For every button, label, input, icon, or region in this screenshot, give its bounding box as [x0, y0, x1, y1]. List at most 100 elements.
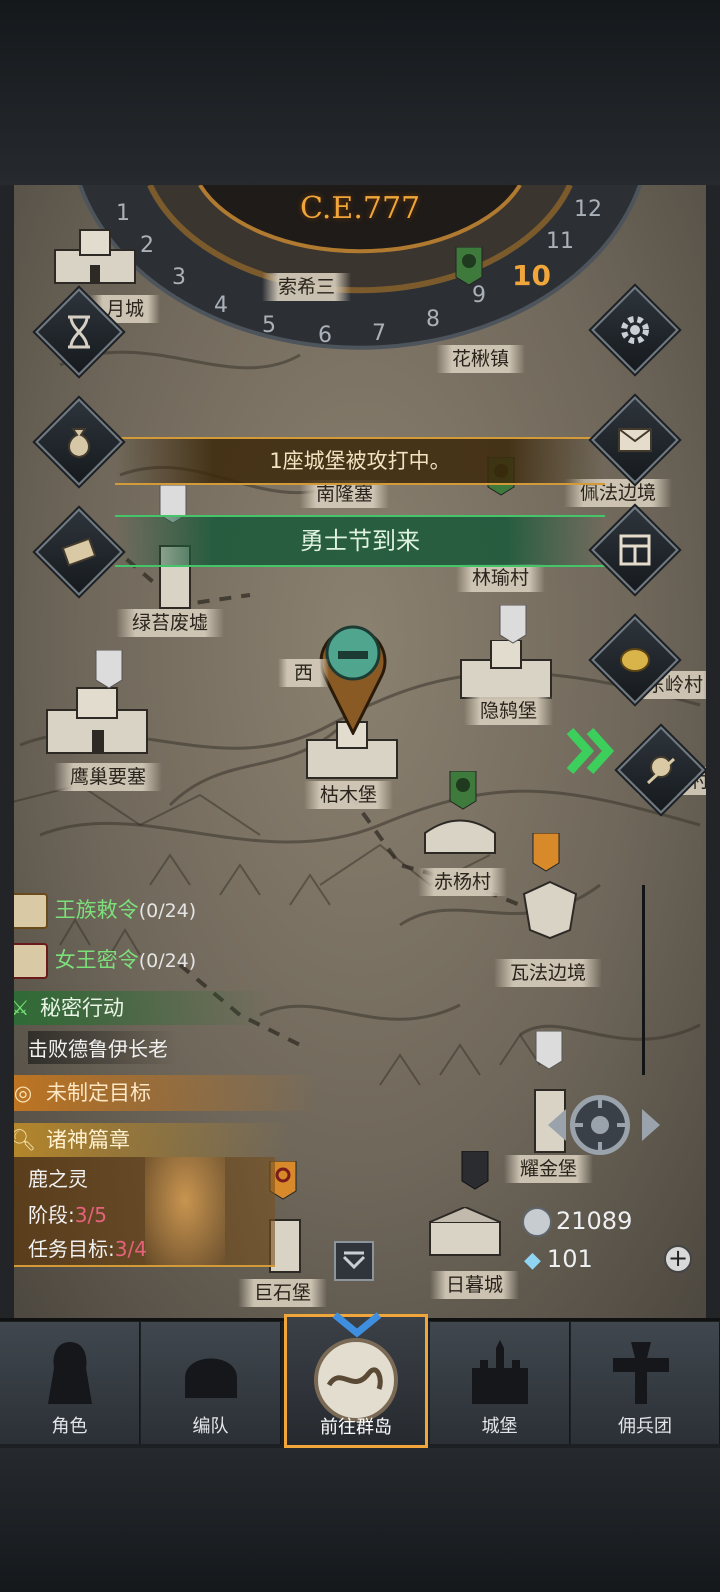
- double-chevron-right-icon[interactable]: [566, 727, 618, 775]
- gods-chapter-card[interactable]: 鹿之灵 阶段:3/5 任务目标:3/4: [0, 1157, 275, 1267]
- chapter-goal: 任务目标:3/4: [28, 1233, 147, 1262]
- top-letterbox: [0, 0, 720, 185]
- collapse-panel-button[interactable]: [334, 1241, 374, 1281]
- castle-icon[interactable]: [425, 1207, 505, 1257]
- calendar-month-3: 3: [172, 265, 186, 290]
- calendar-month-12: 12: [574, 197, 602, 222]
- tab-label: 前往群岛: [320, 1417, 392, 1438]
- silver-coin-icon: [522, 1207, 552, 1237]
- dark-flag-icon: [461, 1151, 489, 1190]
- castle-icon[interactable]: [42, 685, 152, 755]
- tab-label: 编队: [192, 1416, 229, 1437]
- location-label[interactable]: 索希三: [262, 273, 352, 301]
- green-tree-flag-icon: [455, 247, 483, 286]
- scroll-icon: [61, 537, 97, 567]
- crosshair-icon: [575, 1100, 625, 1150]
- crystal-amount: 101: [546, 1245, 593, 1273]
- tab-mercenary[interactable]: 佣兵团: [571, 1322, 720, 1444]
- location-label[interactable]: 西: [278, 659, 330, 687]
- grid-icon: [619, 534, 651, 566]
- coin-icon: [620, 648, 650, 672]
- crystal-icon: ◆: [524, 1248, 541, 1273]
- location-label[interactable]: 鹰巢要塞: [54, 763, 163, 791]
- add-crystal-button[interactable]: +: [664, 1245, 692, 1273]
- magnifier-icon: 🔍︎: [9, 1128, 37, 1152]
- chapter-goal-value: 3/4: [114, 1237, 147, 1261]
- chapter-stage-value: 3/5: [74, 1203, 107, 1227]
- tab-castle[interactable]: 城堡: [430, 1322, 570, 1444]
- white-flag-icon: [95, 650, 123, 689]
- calendar-month-6: 6: [318, 323, 332, 348]
- castle-tab-icon: [472, 1340, 528, 1404]
- crystal-resource: ◆ 101: [524, 1243, 593, 1275]
- calendar-era: C.E.777: [300, 191, 421, 226]
- chapter-goal-label: 任务目标:: [28, 1237, 115, 1261]
- location-label[interactable]: 巨石堡: [238, 1279, 328, 1307]
- festival-text: 勇士节到来: [300, 527, 420, 555]
- gods-chapter-label: 诸神篇章: [46, 1128, 130, 1152]
- royal-edict-progress: (0/24): [138, 900, 197, 922]
- gods-chapter-header[interactable]: 🔍︎ 诸神篇章: [0, 1123, 290, 1157]
- royal-edict-quest[interactable]: 王族敕令(0/24): [8, 893, 196, 929]
- fort-icon[interactable]: [520, 880, 580, 940]
- silver-resource: 21089: [522, 1205, 632, 1237]
- location-label[interactable]: 枯木堡: [304, 781, 394, 809]
- location-label[interactable]: 赤杨村: [418, 868, 508, 896]
- plus-icon: +: [667, 1244, 689, 1272]
- tab-formation[interactable]: 编队: [141, 1322, 281, 1444]
- bag-icon: [68, 428, 90, 459]
- location-label[interactable]: 耀金堡: [504, 1155, 594, 1183]
- zoom-scale-bar[interactable]: [630, 885, 645, 1075]
- orange-flag-icon: [532, 833, 560, 872]
- arrow-left-icon[interactable]: [548, 1109, 566, 1141]
- knight-icon: [48, 1342, 92, 1404]
- world-map[interactable]: C.E.777 1 2 3 4 5 6 7 8 9 10 11 12 月城 索希…: [0, 185, 720, 1323]
- calendar-month-11: 11: [546, 229, 574, 254]
- castle-icon[interactable]: [50, 225, 140, 285]
- islands-icon: [314, 1338, 398, 1422]
- siege-notice-banner[interactable]: 1座城堡被攻打中。: [115, 437, 605, 485]
- queen-order-quest[interactable]: 女王密令(0/24): [8, 943, 196, 979]
- secret-op-label: 秘密行动: [40, 996, 124, 1020]
- castle-icon[interactable]: [456, 640, 556, 700]
- chevron-down-icon: [342, 1251, 366, 1270]
- white-flag-icon: [499, 605, 527, 644]
- tab-label: 佣兵团: [618, 1416, 672, 1437]
- location-label[interactable]: 花楸镇: [436, 345, 526, 373]
- green-tree-flag-icon: [449, 771, 477, 810]
- chapter-stage: 阶段:3/5: [28, 1199, 107, 1228]
- chapter-stage-label: 阶段:: [28, 1203, 75, 1227]
- location-label[interactable]: 绿苔废墟: [116, 609, 225, 637]
- tab-character[interactable]: 角色: [0, 1322, 140, 1444]
- tab-label: 城堡: [481, 1416, 518, 1437]
- unset-goal-quest[interactable]: ◎ 未制定目标: [0, 1075, 320, 1111]
- calendar-month-8: 8: [426, 307, 440, 332]
- calendar-month-4: 4: [214, 293, 228, 318]
- white-flag-icon: [535, 1031, 563, 1070]
- mercenary-tab-icon: [613, 1342, 669, 1404]
- recenter-button[interactable]: [570, 1095, 630, 1155]
- royal-edict-label: 王族敕令: [54, 898, 139, 922]
- tab-label: 角色: [51, 1416, 88, 1437]
- mercenary-icon: [646, 756, 676, 785]
- village-icon[interactable]: [420, 813, 500, 858]
- hourglass-icon: [68, 315, 90, 349]
- location-label[interactable]: 瓦法边境: [494, 959, 603, 987]
- mail-icon: [618, 428, 652, 452]
- secret-op-quest[interactable]: ⚔ 秘密行动: [0, 991, 270, 1025]
- chapter-quest-name: 鹿之灵: [28, 1167, 88, 1191]
- chapter-art: [145, 1157, 225, 1265]
- target-icon: ◎: [13, 1081, 33, 1105]
- location-label[interactable]: 林瑜村: [456, 564, 546, 592]
- arrow-right-icon[interactable]: [642, 1109, 660, 1141]
- queen-order-label: 女王密令: [54, 948, 139, 972]
- scroll-seal-icon: [8, 943, 48, 979]
- location-label[interactable]: 日暮城: [430, 1271, 520, 1299]
- calendar-month-10: 10: [512, 259, 551, 292]
- scroll-seal-icon: [8, 893, 48, 929]
- tab-go-to-islands[interactable]: 前往群岛: [284, 1312, 428, 1448]
- festival-banner[interactable]: 勇士节到来: [115, 515, 605, 567]
- crossed-swords-icon: ⚔: [10, 996, 30, 1020]
- location-label[interactable]: 隐鸫堡: [464, 697, 554, 725]
- secret-op-objective: 击败德鲁伊长老: [28, 1031, 178, 1064]
